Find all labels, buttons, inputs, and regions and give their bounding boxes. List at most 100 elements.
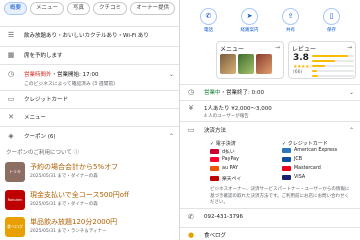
call-button[interactable]: ✆ 電話 bbox=[197, 8, 221, 33]
arrow-right-icon: → bbox=[346, 44, 352, 51]
rating-bar-fill bbox=[312, 75, 319, 77]
features-text: 飲み放題あり・おいしいカクテルあり・Wi-Fi あり bbox=[24, 33, 149, 39]
menu-card[interactable]: メニュー → bbox=[216, 41, 284, 79]
left-panel: 概要 メニュー 写真 クチコミ オーナー提供 ☰ 飲み放題あり・おいしいカクテル… bbox=[0, 0, 180, 240]
rating-bar-1 bbox=[312, 75, 354, 77]
menu-photo[interactable] bbox=[238, 54, 254, 74]
tabelog-row[interactable]: ● 食べログ bbox=[180, 231, 360, 239]
rating-bar-2 bbox=[312, 70, 354, 72]
phone-row[interactable]: ✆ 092-431-3796 bbox=[180, 213, 360, 221]
menu-row[interactable]: ✕ メニュー bbox=[0, 113, 180, 121]
coupon-section-label: クーポンのご利用について ⓘ bbox=[6, 148, 79, 156]
payment-method: VISA bbox=[282, 175, 305, 180]
payment-method: Mastercard bbox=[282, 166, 321, 171]
payment-col2-head-text: クレジットカード bbox=[287, 141, 328, 147]
payment-logo-icon bbox=[210, 157, 219, 162]
clock-icon: ◷ bbox=[187, 88, 195, 96]
payment-method-name: JCB bbox=[294, 157, 303, 162]
payment-method-name: Mastercard bbox=[294, 166, 321, 171]
price-note: 4 人のユーザーが報告 bbox=[204, 114, 249, 119]
payment-row[interactable]: ▭ 決済方法 ⌃ bbox=[180, 126, 360, 134]
divider bbox=[0, 46, 180, 47]
clock-icon: ◷ bbox=[7, 70, 15, 78]
payment-col2-head: ✓ クレジットカード bbox=[282, 141, 328, 147]
features-row[interactable]: ☰ 飲み放題あり・おいしいカクテルあり・Wi-Fi あり bbox=[0, 31, 180, 39]
payment-method: 楽天ペイ bbox=[210, 175, 241, 182]
save-button[interactable]: ▯ 保存 bbox=[320, 8, 344, 33]
hours-open: ・営業開始: 17:00 bbox=[51, 72, 99, 78]
thumb-text: 食べログ bbox=[7, 224, 23, 229]
payment-logo-icon bbox=[210, 166, 219, 171]
chevron-up-icon[interactable]: ⌃ bbox=[169, 133, 174, 140]
coupon-meta: 2025/05/31 まで・ランチ＆ディナー bbox=[30, 229, 107, 234]
info-icon[interactable]: ⓘ bbox=[74, 150, 80, 156]
payment-method: American Express bbox=[282, 148, 337, 153]
divider bbox=[0, 108, 180, 109]
yen-icon: ¥ bbox=[188, 104, 194, 112]
arrow-right-icon: → bbox=[274, 44, 280, 51]
call-label: 電話 bbox=[204, 28, 213, 33]
credit-card-icon: ▭ bbox=[187, 126, 195, 134]
tab-overview[interactable]: 概要 bbox=[4, 2, 28, 15]
save-label: 保存 bbox=[327, 28, 336, 33]
menu-photo[interactable] bbox=[256, 54, 272, 74]
coupon-thumbnail: 食べログ bbox=[5, 217, 25, 237]
coupon-thumbnail: Rakuten bbox=[5, 190, 25, 210]
coupon-title: 予約の場合会計から5%オフ bbox=[30, 163, 119, 171]
tabelog-icon: ● bbox=[187, 231, 195, 239]
chevron-down-icon[interactable]: ⌄ bbox=[349, 89, 354, 96]
payment-method-name: PayPay bbox=[222, 157, 239, 162]
calendar-icon: ▦ bbox=[7, 51, 15, 59]
utensils-icon: ✕ bbox=[8, 113, 14, 121]
bookmark-icon: ▯ bbox=[323, 8, 340, 25]
payment-logo-icon bbox=[282, 166, 291, 171]
tag-icon: ◈ bbox=[8, 132, 14, 140]
rating-bar-fill bbox=[312, 70, 318, 72]
rating-value: 3.8 bbox=[293, 53, 309, 63]
payment-col1-head: ✓ 電子決済 bbox=[210, 141, 236, 147]
price-text: 1人あたり ¥2,000～3,000 bbox=[204, 106, 272, 112]
coupon-item[interactable]: Rakuten 現金支払いで全コース500円off 2025/05/31 まで・… bbox=[0, 188, 180, 214]
payment-note: ビジネスオーナー、決済サービスパートナー・ユーザーからの情報に基づき確認の取れた… bbox=[210, 187, 350, 205]
menu-photos bbox=[220, 54, 272, 74]
payment-method-name: VISA bbox=[294, 175, 306, 180]
tab-menu[interactable]: メニュー bbox=[30, 2, 65, 15]
chevron-up-icon[interactable]: ⌃ bbox=[349, 127, 354, 134]
divider bbox=[180, 84, 360, 85]
divider bbox=[180, 227, 360, 228]
rating-bar-fill bbox=[312, 55, 348, 57]
divider bbox=[0, 64, 180, 65]
divider bbox=[0, 26, 180, 27]
divider bbox=[180, 121, 360, 122]
payment-logo-icon bbox=[282, 148, 291, 153]
review-count: (66) bbox=[293, 70, 303, 75]
share-icon: ⇪ bbox=[282, 8, 299, 25]
credit-card-row[interactable]: ▭ クレジットカード bbox=[0, 95, 180, 103]
coupon-row[interactable]: ◈ クーポン (6) ⌃ bbox=[0, 132, 180, 140]
phone-number: 092-431-3796 bbox=[204, 214, 243, 220]
share-button[interactable]: ⇪ 共有 bbox=[279, 8, 303, 33]
credit-card-icon: ▭ bbox=[7, 95, 15, 103]
payment-method-name: d払い bbox=[222, 150, 235, 155]
hours-row[interactable]: ◷ 営業中・営業終了: 0:00 ⌄ bbox=[180, 88, 360, 96]
coupon-item[interactable]: 食べログ 単品飲み放題120分2000円 2025/05/31 まで・ランチ＆デ… bbox=[0, 215, 180, 240]
rating-bar-4 bbox=[312, 60, 354, 62]
coupon-meta: 2025/05/31 まで・ダイナーの森 bbox=[30, 174, 98, 179]
price-row[interactable]: ¥ 1人あたり ¥2,000～3,000 bbox=[180, 104, 360, 112]
rating-bar-5 bbox=[312, 55, 354, 57]
thumb-text: トリキ bbox=[9, 169, 21, 174]
tab-photos[interactable]: 写真 bbox=[67, 2, 91, 15]
directions-button[interactable]: ➤ 経路案内 bbox=[238, 8, 262, 33]
menu-photo[interactable] bbox=[220, 54, 236, 74]
coupon-item[interactable]: トリキ 予約の場合会計から5%オフ 2025/05/31 まで・ダイナーの森 bbox=[0, 160, 180, 186]
tab-owner[interactable]: オーナー提供 bbox=[130, 2, 176, 15]
payment-method: PayPay bbox=[210, 157, 239, 162]
chevron-down-icon[interactable]: ⌄ bbox=[169, 71, 174, 78]
rating-bar-3 bbox=[312, 65, 354, 67]
tab-reviews[interactable]: クチコミ bbox=[93, 2, 128, 15]
reserve-row[interactable]: ▦ 席を予約します bbox=[0, 51, 180, 59]
review-card[interactable]: レビュー → 3.8 ★★★★☆ (66) bbox=[288, 41, 356, 79]
menu-card-title: メニュー bbox=[220, 46, 245, 53]
hours-row[interactable]: ◷ 営業時間外・営業開始: 17:00 ⌄ bbox=[0, 70, 180, 78]
review-card-title: レビュー bbox=[292, 46, 317, 53]
